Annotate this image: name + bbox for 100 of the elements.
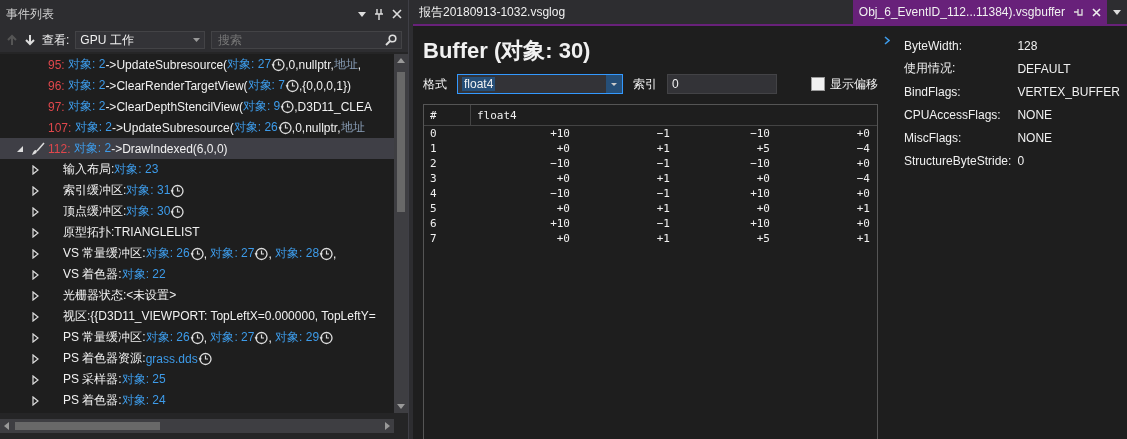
table-cell-text: +0: [855, 127, 870, 140]
event-row[interactable]: 光栅器状态:<未设置>: [0, 285, 394, 306]
expand-arrow-icon[interactable]: [31, 332, 39, 343]
expand-arrow-icon[interactable]: [31, 227, 39, 238]
event-text[interactable]: 原型拓扑:TRIANGLELIST: [63, 224, 200, 241]
expand-arrow-icon[interactable]: [31, 374, 39, 385]
event-text[interactable]: 107: 对象: 2->UpdateSubresource(对象: 26 ,0,nullptr,地址: [48, 119, 365, 136]
event-row[interactable]: 112: 对象: 2->DrawIndexed(6,0,0): [0, 138, 394, 159]
event-row[interactable]: PS 着色器:对象: 24: [0, 390, 394, 411]
pin-icon[interactable]: [374, 8, 384, 20]
expand-arrow-icon[interactable]: [31, 311, 39, 322]
event-row[interactable]: PS 着色器资源:grass.dds: [0, 348, 394, 369]
event-row[interactable]: PS 采样器:对象: 25: [0, 369, 394, 390]
search-input[interactable]: 搜索: [216, 32, 385, 48]
event-text[interactable]: 97: 对象: 2->ClearDepthStencilView(对象: 9 ,D3D11_CLEA: [48, 98, 373, 115]
clock-icon[interactable]: [280, 99, 295, 114]
column-header: float4: [470, 105, 877, 125]
property-label: 使用情况:: [904, 60, 957, 77]
chevron-icon[interactable]: [884, 36, 890, 45]
table-cell-text: +10: [549, 217, 570, 230]
clock-icon[interactable]: [197, 351, 212, 366]
clock-icon[interactable]: [319, 330, 334, 345]
expand-arrow-icon[interactable]: [31, 395, 39, 406]
format-dropdown[interactable]: float4: [457, 74, 623, 94]
clock-icon[interactable]: [189, 330, 204, 345]
event-text[interactable]: 顶点缓冲区:对象: 30: [63, 203, 185, 220]
table-cell-text: +1: [855, 232, 870, 245]
scroll-left-icon[interactable]: [4, 422, 9, 430]
event-row[interactable]: PS 常量缓冲区:对象: 26 , 对象: 27 , 对象: 29: [0, 327, 394, 348]
expand-arrow-icon[interactable]: [31, 353, 39, 364]
clock-icon[interactable]: [254, 246, 269, 261]
event-text[interactable]: 96: 对象: 2->ClearRenderTargetView(对象: 7 ,{0,0,0,1}): [48, 77, 351, 94]
event-row[interactable]: 107: 对象: 2->UpdateSubresource(对象: 26 ,0,nullptr,地址: [0, 117, 394, 138]
clock-icon[interactable]: [170, 204, 185, 219]
event-text[interactable]: 光栅器状态:<未设置>: [63, 287, 177, 304]
clock-icon[interactable]: [254, 330, 269, 345]
caret-icon[interactable]: [193, 38, 201, 42]
event-text[interactable]: PS 采样器:对象: 25: [63, 371, 166, 388]
event-row[interactable]: 视区:{{D3D11_VIEWPORT: TopLeftX=0.000000, TopLeftY=: [0, 306, 394, 327]
event-text[interactable]: VS 着色器:对象: 22: [63, 266, 166, 283]
scroll-thumb[interactable]: [15, 422, 160, 430]
scroll-right-icon[interactable]: [385, 422, 390, 430]
table-cell-text: +1: [655, 172, 670, 185]
event-text[interactable]: 112: 对象: 2->DrawIndexed(6,0,0): [48, 140, 228, 157]
scroll-up-icon[interactable]: [397, 58, 405, 63]
down-arrow-icon[interactable]: [24, 34, 36, 46]
clock-icon[interactable]: [271, 57, 286, 72]
dropdown-icon[interactable]: [358, 11, 366, 17]
event-text[interactable]: PS 着色器资源:grass.dds: [63, 350, 212, 367]
scroll-thumb[interactable]: [397, 72, 405, 212]
event-row[interactable]: 97: 对象: 2->ClearDepthStencilView(对象: 9 ,D3D11_CLEA: [0, 96, 394, 117]
property-label: BindFlags:: [904, 83, 962, 101]
horizontal-scrollbar[interactable]: [0, 419, 394, 433]
search-field[interactable]: 搜索: [211, 31, 402, 49]
index-label: 索引: [633, 75, 657, 93]
table-cell-text: −1: [655, 187, 670, 200]
clock-icon[interactable]: [319, 246, 334, 261]
pin-icon[interactable]: [1073, 8, 1084, 16]
row-index: 4: [429, 187, 438, 200]
expand-arrow-icon[interactable]: [31, 290, 39, 301]
show-offset-checkbox[interactable]: [811, 77, 825, 91]
vertical-scrollbar[interactable]: [394, 54, 408, 413]
expand-arrow-icon[interactable]: [31, 206, 39, 217]
event-text[interactable]: 95: 对象: 2->UpdateSubresource(对象: 27 ,0,nullptr,地址,: [48, 56, 362, 73]
document-tab[interactable]: 报告20180913-1032.vsglog: [413, 0, 572, 24]
event-row[interactable]: 95: 对象: 2->UpdateSubresource(对象: 27 ,0,nullptr,地址,: [0, 54, 394, 75]
clock-icon[interactable]: [189, 246, 204, 261]
event-row[interactable]: 96: 对象: 2->ClearRenderTargetView(对象: 7 ,{0,0,0,1}): [0, 75, 394, 96]
scroll-down-icon[interactable]: [397, 404, 405, 409]
expand-arrow-icon[interactable]: [31, 185, 39, 196]
event-row[interactable]: VS 着色器:对象: 22: [0, 264, 394, 285]
event-row[interactable]: 索引缓冲区:对象: 31: [0, 180, 394, 201]
event-text[interactable]: 输入布局:对象: 23: [63, 161, 159, 178]
document-tab[interactable]: Obj_6_EventID_112...11384).vsgbuffer: [852, 0, 1107, 24]
expand-arrow-icon[interactable]: [31, 248, 39, 259]
clock-icon[interactable]: [284, 78, 299, 93]
event-text[interactable]: PS 常量缓冲区:对象: 26 , 对象: 27 , 对象: 29: [63, 329, 334, 346]
close-icon[interactable]: [392, 9, 402, 19]
event-row[interactable]: 顶点缓冲区:对象: 30: [0, 201, 394, 222]
event-row[interactable]: 输入布局:对象: 23: [0, 159, 394, 180]
event-row[interactable]: VS 常量缓冲区:对象: 26 , 对象: 27 , 对象: 28 ,: [0, 243, 394, 264]
index-field[interactable]: 0: [667, 74, 777, 94]
expand-arrow-icon[interactable]: [31, 269, 39, 280]
event-text[interactable]: VS 常量缓冲区:对象: 26 , 对象: 27 , 对象: 28 ,: [63, 245, 337, 262]
search-icon[interactable]: [385, 34, 397, 46]
caret-icon[interactable]: [611, 82, 617, 86]
view-dropdown[interactable]: GPU 工作: [75, 31, 206, 49]
event-row[interactable]: 原型拓扑:TRIANGLELIST: [0, 222, 394, 243]
expand-arrow-icon[interactable]: [31, 164, 39, 175]
collapse-arrow-icon[interactable]: [16, 144, 24, 153]
property-value: NONE: [1017, 106, 1054, 124]
event-text[interactable]: 视区:{{D3D11_VIEWPORT: TopLeftX=0.000000, TopLeftY=: [63, 308, 376, 325]
clock-icon[interactable]: [170, 183, 185, 198]
event-text[interactable]: PS 着色器:对象: 24: [63, 392, 166, 409]
panel-title: 事件列表: [6, 5, 55, 23]
dropdown-icon[interactable]: [1113, 9, 1121, 15]
close-icon[interactable]: [1092, 7, 1101, 17]
property-label: CPUAccessFlags:: [904, 106, 1002, 124]
event-text[interactable]: 索引缓冲区:对象: 31: [63, 182, 185, 199]
clock-icon[interactable]: [277, 120, 292, 135]
